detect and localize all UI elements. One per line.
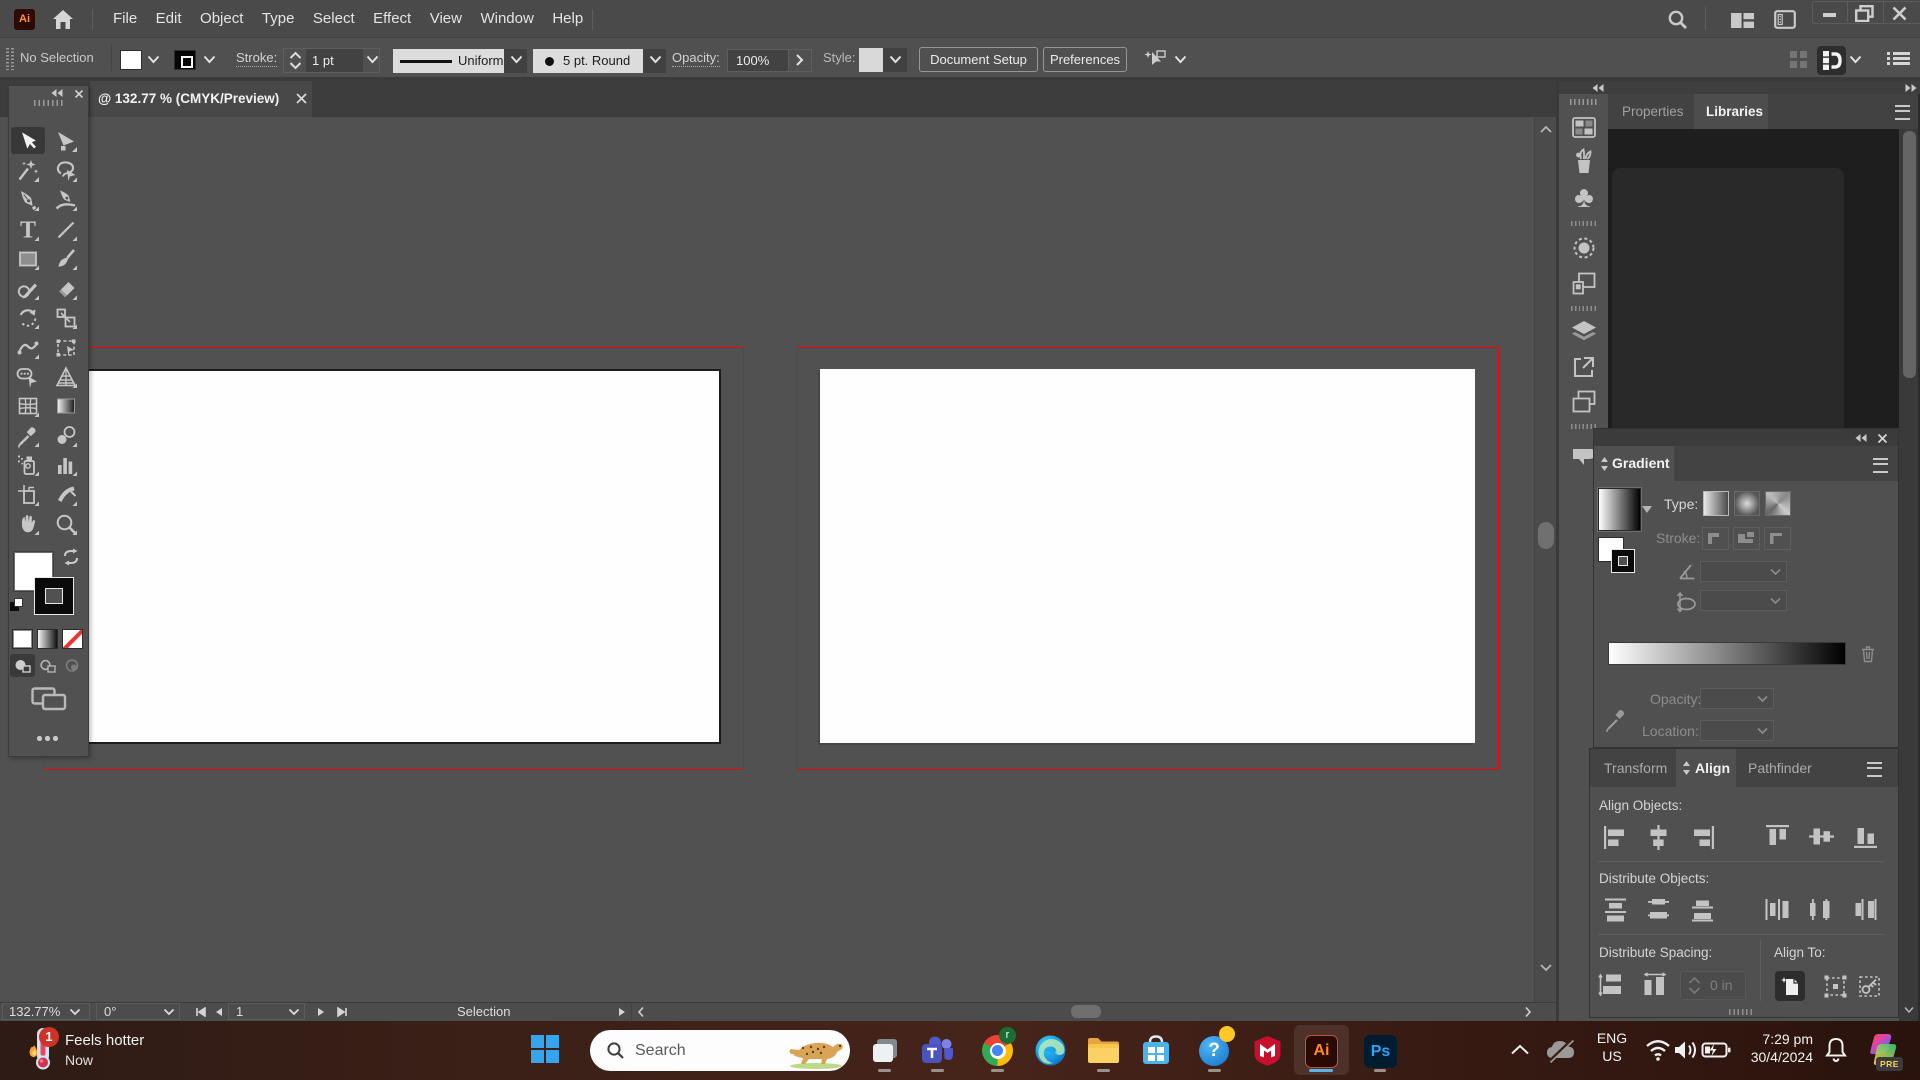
svg-text:T: T (20, 218, 36, 242)
